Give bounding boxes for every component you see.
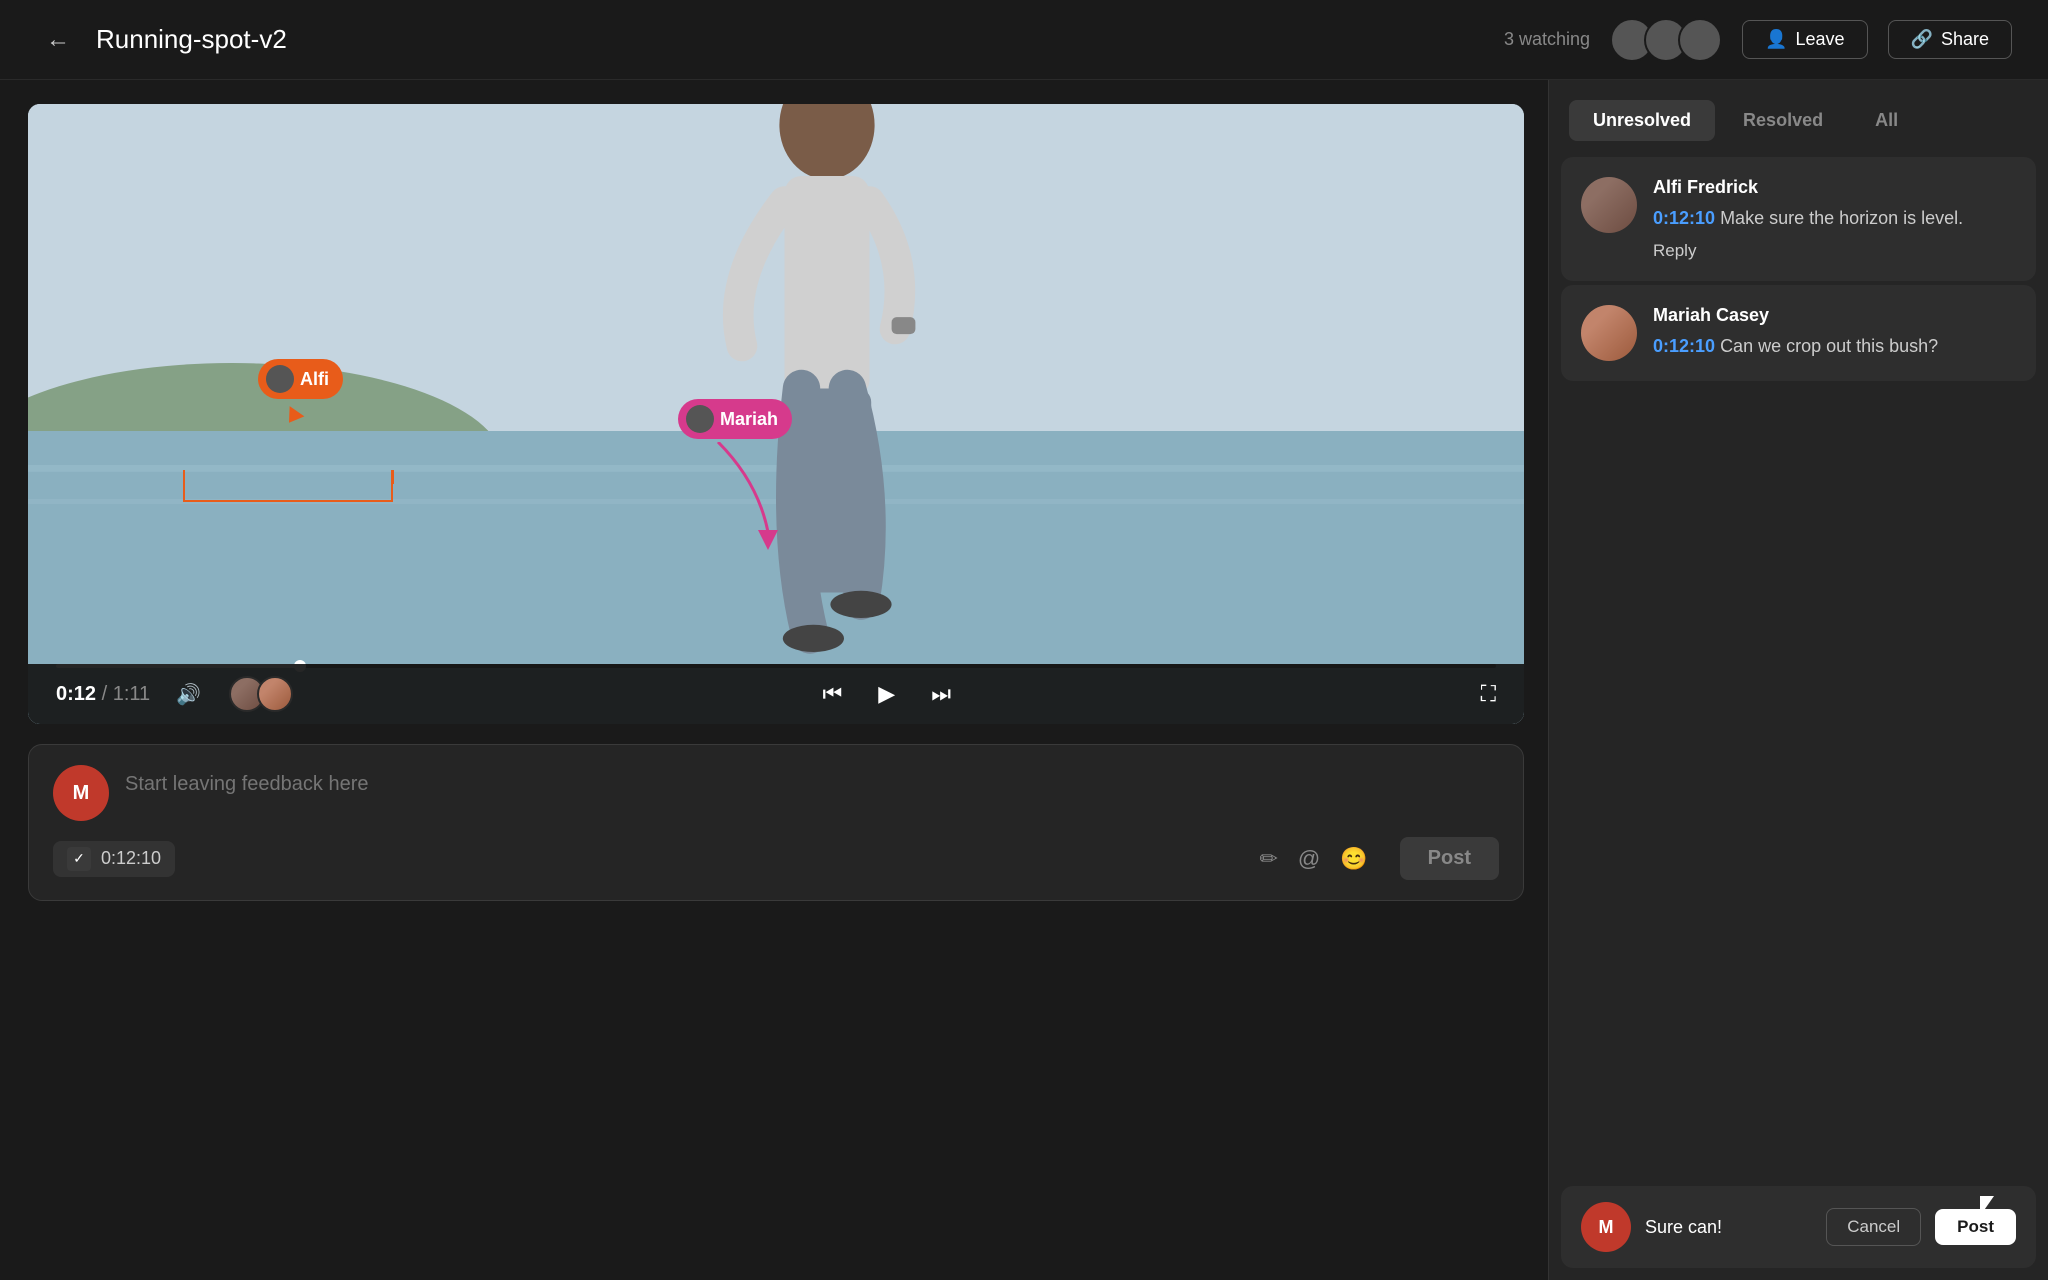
comment-tabs: Unresolved Resolved All bbox=[1549, 80, 2048, 141]
comment-timestamp-mariah: 0:12:10 bbox=[1653, 336, 1715, 356]
leave-label: Leave bbox=[1795, 29, 1844, 50]
annotation-bracket bbox=[183, 484, 393, 502]
volume-icon[interactable]: 🔊 bbox=[176, 682, 201, 707]
annotation-alfi[interactable]: Alfi bbox=[258, 359, 343, 399]
comment-avatar-alfi bbox=[1581, 177, 1637, 233]
video-player[interactable]: Alfi Mariah bbox=[28, 104, 1524, 724]
viewer-avatar-2 bbox=[257, 676, 293, 712]
comment-author-mariah: Mariah Casey bbox=[1653, 305, 2016, 326]
play-button[interactable]: ▶ bbox=[870, 677, 903, 711]
mariah-arrow bbox=[708, 442, 788, 552]
viewer-avatars bbox=[229, 676, 293, 712]
feedback-icon-row: ✏ @ 😊 bbox=[191, 846, 1384, 872]
reply-cancel-button[interactable]: Cancel bbox=[1826, 1208, 1921, 1246]
emoji-button[interactable]: 😊 bbox=[1340, 846, 1367, 872]
comment-card-1: Alfi Fredrick 0:12:10 Make sure the hori… bbox=[1561, 157, 2036, 281]
leave-button[interactable]: 👤 Leave bbox=[1742, 20, 1867, 59]
watcher-avatar-3 bbox=[1678, 18, 1722, 62]
timestamp-value: 0:12:10 bbox=[101, 848, 161, 869]
share-icon: 🔗 bbox=[1911, 29, 1933, 50]
feedback-user-avatar: M bbox=[53, 765, 109, 821]
mention-button[interactable]: @ bbox=[1298, 846, 1320, 872]
annotation-mariah[interactable]: Mariah bbox=[678, 399, 792, 439]
reply-area: M Sure can! Cancel Post bbox=[1561, 1186, 2036, 1268]
left-panel: Alfi Mariah bbox=[0, 80, 1548, 1280]
tab-unresolved[interactable]: Unresolved bbox=[1569, 100, 1715, 141]
leave-icon: 👤 bbox=[1765, 29, 1787, 50]
right-panel: Unresolved Resolved All Alfi Fredrick 0:… bbox=[1548, 80, 2048, 1280]
back-icon: ← bbox=[46, 26, 70, 54]
main-content: Alfi Mariah bbox=[0, 80, 2048, 1280]
video-frame: Alfi Mariah bbox=[28, 104, 1524, 724]
annotation-mariah-avatar bbox=[686, 405, 714, 433]
comment-message-alfi: Make sure the horizon is level. bbox=[1720, 208, 1963, 228]
reply-post-button[interactable]: Post bbox=[1935, 1209, 2016, 1245]
feedback-bottom-row: ✓ 0:12:10 ✏ @ 😊 Post bbox=[53, 837, 1499, 880]
reply-button-alfi[interactable]: Reply bbox=[1653, 241, 1696, 261]
comment-body-mariah: Mariah Casey 0:12:10 Can we crop out thi… bbox=[1653, 305, 2016, 361]
comment-message-mariah: Can we crop out this bush? bbox=[1720, 336, 1938, 356]
comment-body-alfi: Alfi Fredrick 0:12:10 Make sure the hori… bbox=[1653, 177, 2016, 261]
annotation-mariah-label: Mariah bbox=[720, 409, 778, 430]
header-right: 3 watching 👤 Leave 🔗 Share bbox=[1504, 18, 2012, 62]
comment-text-alfi: 0:12:10 Make sure the horizon is level. bbox=[1653, 206, 2016, 231]
watchers-avatars bbox=[1610, 18, 1722, 62]
rewind-button[interactable]: ⏮ bbox=[814, 677, 850, 711]
back-button[interactable]: ← bbox=[36, 18, 80, 62]
fullscreen-button[interactable]: ⛶ bbox=[1481, 681, 1496, 707]
annotation-alfi-label: Alfi bbox=[300, 369, 329, 390]
tab-all[interactable]: All bbox=[1851, 100, 1922, 141]
pen-button[interactable]: ✏ bbox=[1259, 846, 1277, 872]
comment-text-mariah: 0:12:10 Can we crop out this bush? bbox=[1653, 334, 2016, 359]
share-label: Share bbox=[1941, 29, 1989, 50]
reply-text-content: Sure can! bbox=[1645, 1217, 1812, 1238]
timestamp-toggle[interactable]: ✓ 0:12:10 bbox=[53, 841, 175, 877]
time-separator: / bbox=[102, 683, 113, 705]
comments-list: Alfi Fredrick 0:12:10 Make sure the hori… bbox=[1549, 141, 2048, 1186]
total-time: 1:11 bbox=[113, 683, 150, 705]
forward-button[interactable]: ⏭ bbox=[923, 677, 959, 711]
watching-label: 3 watching bbox=[1504, 29, 1590, 50]
feedback-post-button[interactable]: Post bbox=[1400, 837, 1499, 880]
comment-avatar-mariah bbox=[1581, 305, 1637, 361]
feedback-input[interactable] bbox=[125, 765, 1499, 804]
reply-user-avatar: M bbox=[1581, 1202, 1631, 1252]
time-display: 0:12 / 1:11 bbox=[56, 683, 156, 706]
page-title: Running-spot-v2 bbox=[96, 24, 1504, 55]
share-button[interactable]: 🔗 Share bbox=[1888, 20, 2012, 59]
timestamp-checkbox[interactable]: ✓ bbox=[67, 847, 91, 871]
comment-author-alfi: Alfi Fredrick bbox=[1653, 177, 2016, 198]
comment-card-2: Mariah Casey 0:12:10 Can we crop out thi… bbox=[1561, 285, 2036, 381]
feedback-input-row: M bbox=[53, 765, 1499, 821]
header: ← Running-spot-v2 3 watching 👤 Leave 🔗 S… bbox=[0, 0, 2048, 80]
checkmark-icon: ✓ bbox=[73, 850, 85, 867]
video-controls: 0:12 / 1:11 🔊 ⏮ ▶ ⏭ ⛶ bbox=[28, 664, 1524, 724]
annotation-alfi-avatar bbox=[266, 365, 294, 393]
feedback-box: M ✓ 0:12:10 ✏ @ 😊 Post bbox=[28, 744, 1524, 901]
comment-timestamp-alfi: 0:12:10 bbox=[1653, 208, 1715, 228]
tab-resolved[interactable]: Resolved bbox=[1719, 100, 1847, 141]
